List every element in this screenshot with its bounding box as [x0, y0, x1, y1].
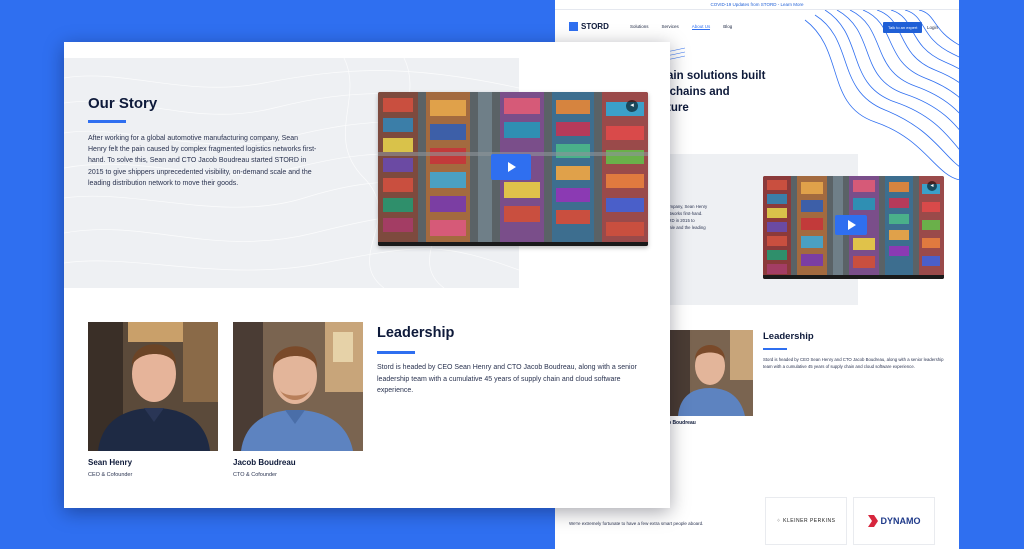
logo-text: DYNAMO [880, 516, 921, 526]
story-video-player[interactable]: ◂ [378, 92, 648, 246]
hero-title: hain solutions built y chains and uture [660, 68, 830, 116]
covid-banner[interactable]: COVID-19 Updates from STORD - Learn More [555, 0, 959, 10]
leader-photo-jacob [670, 330, 753, 416]
hero-title-line: y chains and [660, 86, 730, 98]
login-link[interactable]: Login [927, 25, 938, 30]
video-progress-bar[interactable] [763, 275, 944, 279]
nav-item-solutions[interactable]: Solutions [630, 24, 649, 30]
mute-icon[interactable]: ◂ [626, 100, 638, 112]
play-icon[interactable] [491, 154, 531, 180]
leader-name-jacob-boudreau: Jacob Boudreau [233, 458, 296, 467]
hero-title-line: hain solutions built [660, 70, 766, 82]
kleiner-perkins-logo: ⁘ KLEINER PERKINS [776, 518, 836, 524]
our-story-heading: Our Story [88, 95, 158, 112]
story-line: scale and the leading [665, 225, 706, 230]
portrait-image [88, 322, 218, 451]
dynamo-logo-icon [867, 515, 878, 527]
portrait-image [670, 330, 753, 416]
story-video-thumbnail[interactable]: ◂ [763, 176, 944, 279]
leader-photo-sean-henry [88, 322, 218, 451]
leadership-heading: Leadership [377, 325, 455, 341]
logo-text: KLEINER PERKINS [783, 518, 836, 524]
video-progress-bar[interactable] [378, 242, 648, 246]
zoomed-about-card: Our Story After working for a global aut… [64, 42, 670, 508]
investor-logo-dynamo[interactable]: DYNAMO [853, 497, 935, 545]
our-story-text: After working for a global automotive ma… [88, 135, 317, 187]
nav-item-about-us[interactable]: About Us [691, 24, 711, 30]
heading-underline [377, 351, 415, 354]
portrait-image [233, 322, 363, 451]
site-navbar: STORD Solutions Services About Us Blog T… [555, 20, 959, 36]
leader-photo-jacob-boudreau [233, 322, 363, 451]
heading-underline [88, 120, 126, 123]
investors-intro: We're extremely fortunate to have a few … [569, 521, 704, 526]
mute-icon[interactable]: ◂ [927, 181, 937, 191]
nav-links: Solutions Services About Us Blog [630, 24, 732, 30]
leadership-text: Stord is headed by CEO Sean Henry and CT… [377, 364, 637, 394]
hero-title-line: uture [660, 102, 689, 114]
leader-name: b Boudreau [668, 420, 696, 426]
leader-role-sean-henry: CEO & Cofounder [88, 472, 133, 478]
dynamo-logo: DYNAMO [867, 515, 921, 527]
story-line: ORD in 2015 to [665, 218, 695, 223]
leadership-text: Stord is headed by CEO Sean Henry and CT… [763, 357, 944, 369]
leader-role-jacob-boudreau: CTO & Cofounder [233, 472, 277, 478]
nav-item-services[interactable]: Services [662, 24, 679, 30]
nav-item-blog[interactable]: Blog [723, 24, 732, 30]
investor-logo-kleiner-perkins[interactable]: ⁘ KLEINER PERKINS [765, 497, 847, 545]
talk-to-expert-button[interactable]: Talk to an expert [883, 22, 923, 33]
leadership-heading: Leadership [763, 331, 814, 342]
story-excerpt: company, Sean Henry networks first-hand.… [665, 203, 725, 231]
logo-text: STORD [581, 22, 609, 31]
story-line: company, Sean Henry [665, 204, 708, 209]
stord-logo-icon [569, 22, 578, 31]
story-line: networks first-hand. [665, 211, 703, 216]
stord-logo[interactable]: STORD [569, 22, 609, 31]
heading-underline [763, 348, 787, 350]
play-icon[interactable] [835, 215, 867, 235]
leader-name-sean-henry: Sean Henry [88, 458, 133, 467]
